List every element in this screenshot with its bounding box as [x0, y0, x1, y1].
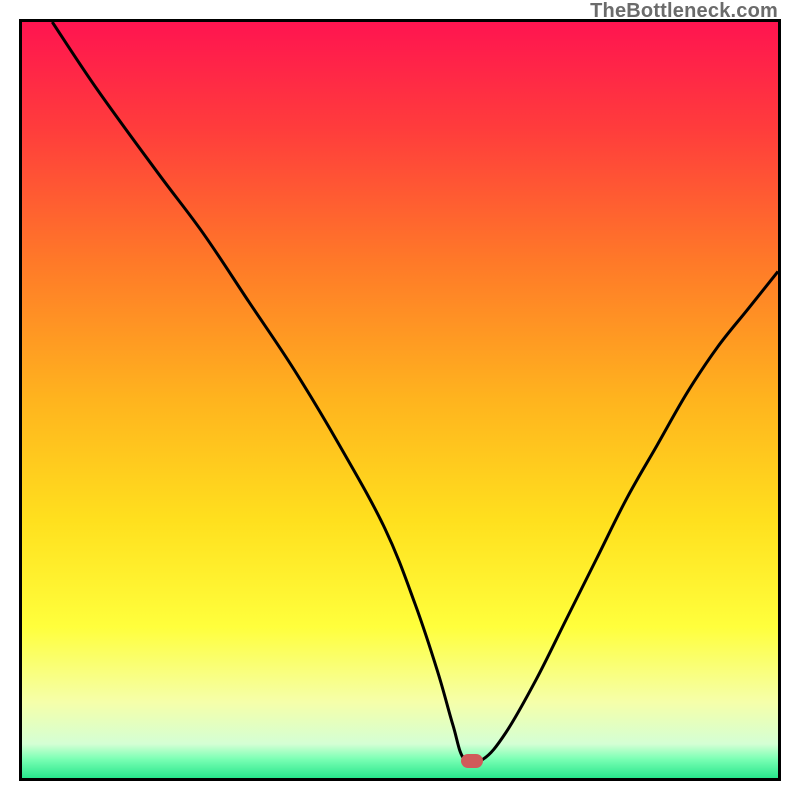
bottleneck-marker: [461, 754, 483, 768]
chart-frame: TheBottleneck.com: [0, 0, 800, 800]
plot-area: [19, 19, 781, 781]
curve-layer: [22, 22, 778, 778]
bottleneck-curve: [52, 22, 778, 763]
